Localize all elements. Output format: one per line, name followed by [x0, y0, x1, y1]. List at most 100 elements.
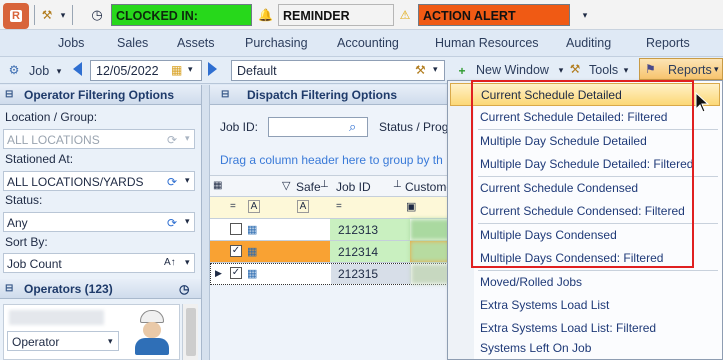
- stationed-select[interactable]: ALL LOCATIONS/YARDS ⟳ ▾: [3, 171, 195, 191]
- tools-dropdown-icon[interactable]: ▾: [619, 63, 633, 77]
- table-row[interactable]: ✓ ▦ 212314: [210, 241, 450, 263]
- menu-item-moved-rolled-jobs[interactable]: Moved/Rolled Jobs: [450, 271, 720, 294]
- previous-day-icon[interactable]: [73, 62, 82, 76]
- reminder-alert[interactable]: REMINDER ALERT: [278, 4, 394, 45]
- status-select[interactable]: Any ⟳ ▾: [3, 212, 195, 232]
- jobid-label: Job ID:: [220, 120, 259, 134]
- calendar-icon[interactable]: ▦: [171, 63, 182, 77]
- job-icon[interactable]: ⚙: [7, 63, 21, 77]
- sortby-select[interactable]: Job Count A↑ ▾: [3, 253, 195, 273]
- job-id-cell[interactable]: 212314: [338, 245, 378, 259]
- separator: [72, 5, 73, 25]
- collapse-icon[interactable]: ⊟: [5, 85, 13, 105]
- clocked-in-status[interactable]: CLOCKED IN: 01:25:29: [111, 4, 252, 45]
- stationed-value: ALL LOCATIONS/YARDS: [7, 175, 144, 189]
- hammer-icon[interactable]: ⚒: [40, 8, 54, 22]
- text-filter-icon[interactable]: A: [248, 200, 260, 213]
- checkbox-filter-icon[interactable]: ▣: [406, 200, 416, 213]
- stationed-dropdown-icon[interactable]: ▾: [185, 175, 190, 186]
- new-window-button[interactable]: New Window: [476, 63, 549, 77]
- location-select[interactable]: ALL LOCATIONS ⟳ ▾: [3, 129, 195, 149]
- dispatch-panel: ⊟ Dispatch Filtering Options Job ID: ⌕ S…: [210, 85, 453, 360]
- filter-row[interactable]: = A A = ▣: [210, 197, 450, 219]
- filter-icon[interactable]: ▽: [282, 179, 290, 192]
- column-jobid[interactable]: Job ID: [336, 180, 371, 194]
- hammer-icon[interactable]: ⚒: [415, 63, 426, 77]
- reports-button[interactable]: ⚑ Reports ▾: [639, 58, 723, 80]
- splitter[interactable]: [202, 85, 210, 360]
- role-dropdown-icon[interactable]: ▾: [108, 336, 113, 347]
- layout-select[interactable]: Default ⚒ ▾: [231, 60, 445, 81]
- column-safe[interactable]: Safe: [296, 180, 321, 194]
- operator-card[interactable]: Operator ▾: [3, 304, 180, 360]
- customize-arrow-icon[interactable]: ▾: [578, 8, 592, 22]
- dispatch-filtering-header[interactable]: ⊟ Dispatch Filtering Options: [210, 85, 450, 105]
- row-checkbox-checked[interactable]: ✓: [230, 245, 242, 257]
- dispatch-filtering-title: Dispatch Filtering Options: [247, 88, 398, 102]
- search-icon[interactable]: ⌕: [349, 119, 356, 135]
- collapse-icon[interactable]: ⊟: [221, 85, 229, 105]
- app-logo[interactable]: R: [3, 3, 29, 29]
- row-checkbox[interactable]: [230, 223, 242, 235]
- operator-filtering-title: Operator Filtering Options: [24, 88, 175, 102]
- date-picker[interactable]: 12/05/2022 ▦ ▾: [90, 60, 202, 81]
- date-value: 12/05/2022: [96, 64, 159, 78]
- menu-sales[interactable]: Sales: [117, 36, 148, 50]
- sortby-dropdown-icon[interactable]: ▾: [185, 257, 190, 268]
- tools-button[interactable]: Tools: [589, 63, 618, 77]
- menu-auditing[interactable]: Auditing: [566, 36, 611, 50]
- operator-filtering-header[interactable]: ⊟ Operator Filtering Options: [0, 85, 201, 105]
- column-customer[interactable]: Custome: [405, 180, 453, 194]
- warning-icon: ⚠: [399, 8, 411, 22]
- action-alert[interactable]: ACTION ALERT: [418, 4, 570, 26]
- row-pointer-icon: ▶: [215, 268, 222, 278]
- menu-purchasing[interactable]: Purchasing: [245, 36, 308, 50]
- operators-header[interactable]: ⊟ Operators (123) ◷: [0, 279, 201, 299]
- operators-scrollbar[interactable]: [182, 304, 198, 360]
- column-chooser-icon[interactable]: ▦: [213, 180, 222, 191]
- row-checkbox-checked[interactable]: ✓: [230, 267, 242, 279]
- title-bar: R ⚒ ▾ ◷ CLOCKED IN: 01:25:29 🔔 REMINDER …: [0, 0, 723, 45]
- collapse-icon[interactable]: ⊟: [5, 279, 13, 299]
- grid-icon: ▦: [247, 268, 258, 280]
- equals-icon[interactable]: =: [230, 201, 236, 212]
- menu-assets[interactable]: Assets: [177, 36, 215, 50]
- job-dropdown-icon[interactable]: ▾: [52, 64, 66, 78]
- next-day-icon[interactable]: [208, 62, 217, 76]
- location-dropdown-icon[interactable]: ▾: [185, 133, 190, 144]
- menu-jobs[interactable]: Jobs: [58, 36, 84, 50]
- new-window-dropdown-icon[interactable]: ▾: [554, 63, 568, 77]
- job-button[interactable]: Job: [29, 64, 49, 78]
- status-dropdown-icon[interactable]: ▾: [185, 216, 190, 227]
- sort-ascending-icon[interactable]: A↑: [164, 257, 176, 268]
- operator-name-redacted: [9, 310, 104, 325]
- tools-icon[interactable]: ⚒: [568, 62, 582, 76]
- jobid-input[interactable]: ⌕: [268, 117, 368, 137]
- pin-icon[interactable]: ⊥: [393, 179, 402, 190]
- menu-human-resources[interactable]: Human Resources: [435, 36, 539, 50]
- customer-redacted: [411, 264, 449, 284]
- separator: [34, 5, 35, 25]
- table-row-selected[interactable]: ▶ ✓ ▦ 212315: [210, 263, 450, 285]
- operator-role-select[interactable]: Operator ▾: [7, 331, 119, 351]
- dropdown-arrow-icon[interactable]: ▾: [56, 8, 70, 22]
- menu-item-extra-systems-load-list[interactable]: Extra Systems Load List: [450, 294, 720, 317]
- status-value: Any: [7, 216, 28, 230]
- menu-reports[interactable]: Reports: [646, 36, 690, 50]
- text-filter-icon[interactable]: A: [297, 200, 309, 213]
- job-id-cell[interactable]: 212315: [338, 267, 378, 281]
- equals-icon[interactable]: =: [336, 201, 342, 212]
- layout-dropdown-icon[interactable]: ▾: [433, 64, 438, 75]
- menu-accounting[interactable]: Accounting: [337, 36, 399, 50]
- new-window-icon[interactable]: +: [455, 64, 469, 78]
- date-dropdown-icon[interactable]: ▾: [188, 64, 193, 75]
- job-id-cell[interactable]: 212313: [338, 223, 378, 237]
- highlight-box: [471, 80, 694, 268]
- refresh-icon[interactable]: ⟳: [167, 175, 177, 189]
- refresh-icon[interactable]: ⟳: [167, 216, 177, 230]
- pin-icon[interactable]: ⊥: [320, 179, 329, 190]
- clock-icon[interactable]: ◷: [179, 279, 189, 299]
- stationed-label: Stationed At:: [5, 152, 74, 166]
- table-row[interactable]: ▦ 212313: [210, 219, 450, 241]
- menu-item-systems-left-on-job[interactable]: Systems Left On Job: [450, 337, 720, 360]
